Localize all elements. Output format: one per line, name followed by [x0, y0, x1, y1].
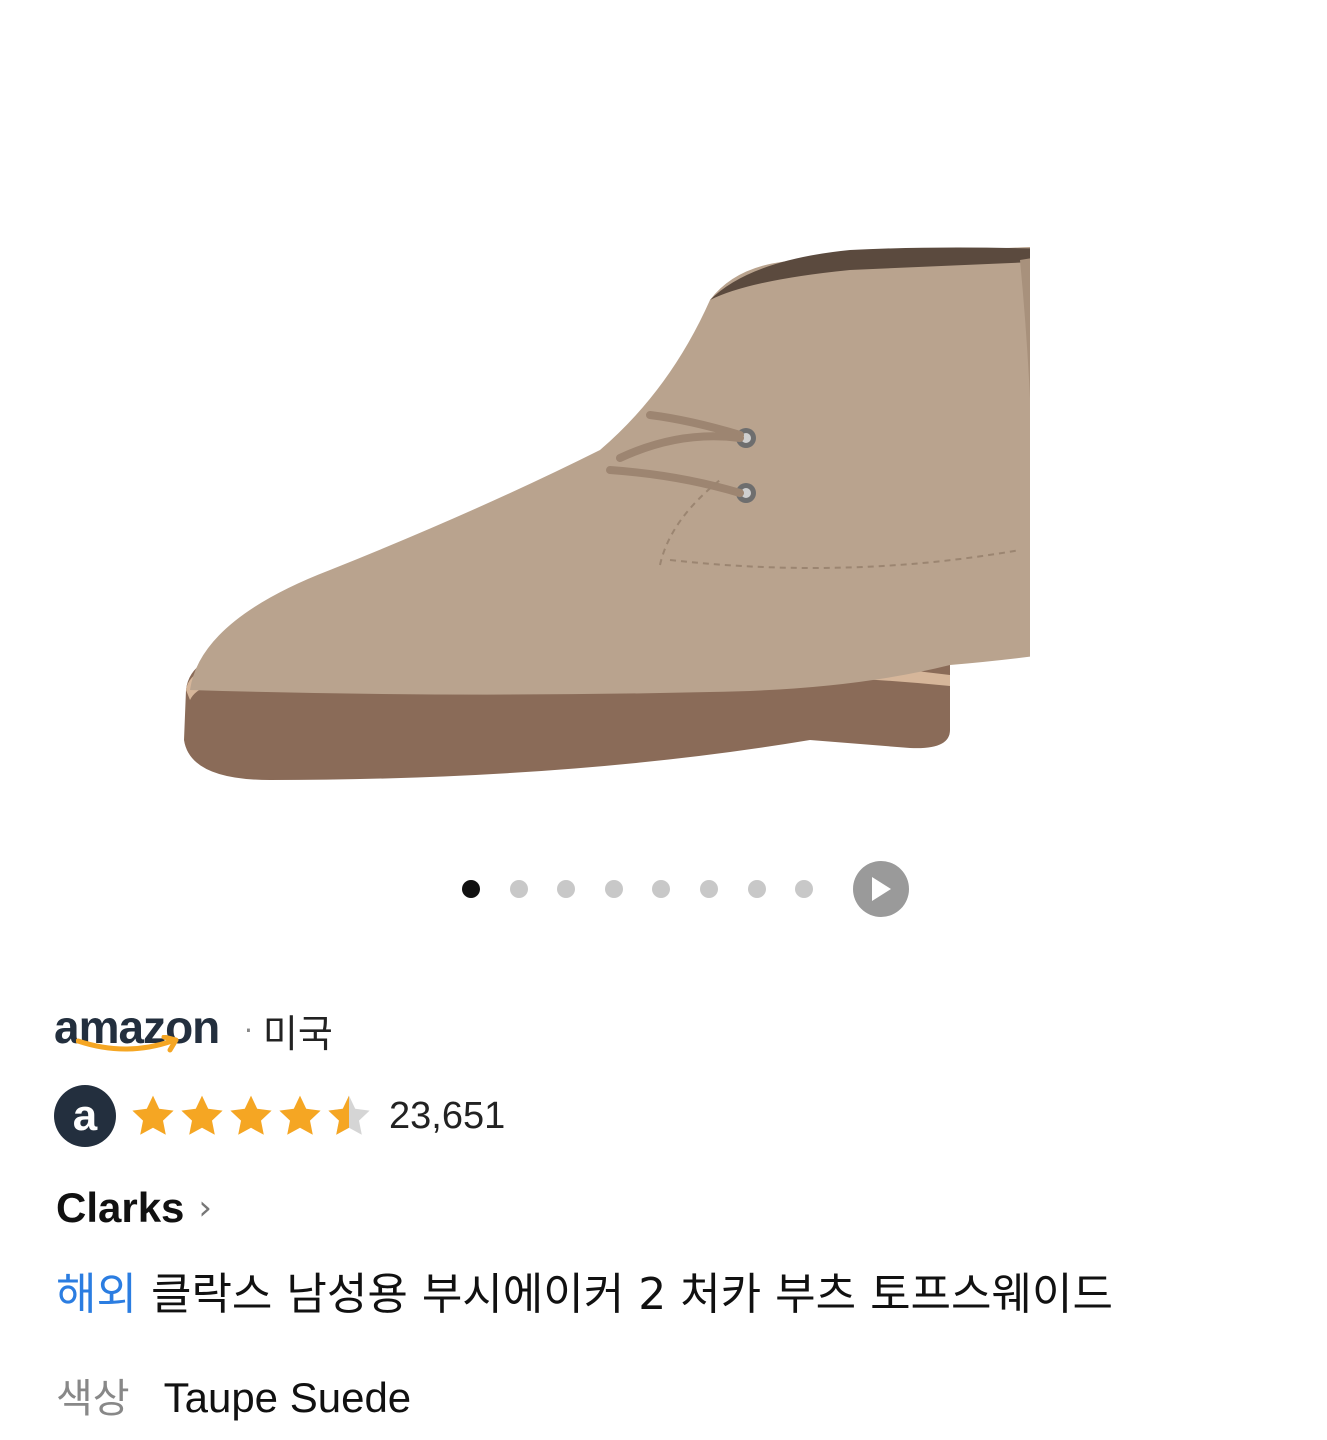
pager-dot-2[interactable] — [509, 880, 528, 898]
pager-dot-3[interactable] — [557, 880, 576, 898]
product-image[interactable] — [150, 220, 1030, 840]
amazon-a-badge: a — [54, 1085, 116, 1147]
amazon-logo: amazon — [54, 1001, 226, 1059]
separator-dot: · — [244, 1013, 253, 1047]
pager-dot-6[interactable] — [699, 880, 718, 898]
image-pager[interactable] — [462, 860, 909, 918]
color-option-row: 색상 Taupe Suede — [56, 1366, 411, 1424]
rating-row[interactable]: a 23,651 — [54, 1085, 505, 1147]
half-star-icon — [328, 1095, 370, 1135]
brand-link[interactable]: Clarks › — [56, 1184, 212, 1232]
product-image-gallery[interactable] — [0, 0, 1327, 940]
overseas-tag: 해외 — [56, 1269, 137, 1320]
seller-country: 미국 — [262, 1011, 333, 1056]
play-slideshow-button[interactable] — [852, 861, 909, 917]
color-label: 색상 — [56, 1376, 130, 1422]
seller-row: amazon · 미국 — [54, 1000, 333, 1060]
product-title-row: 해외 클락스 남성용 부시에이커 2 처카 부츠 토프스웨이드 — [56, 1258, 1113, 1322]
review-count[interactable]: 23,651 — [389, 1095, 505, 1138]
chevron-right-icon: › — [198, 1188, 213, 1228]
brand-name[interactable]: Clarks — [56, 1184, 184, 1232]
pager-dot-4[interactable] — [604, 880, 623, 898]
product-title: 클락스 남성용 부시에이커 2 처카 부츠 토프스웨이드 — [150, 1269, 1113, 1320]
star-rating — [128, 1092, 373, 1140]
star-icon — [181, 1095, 223, 1135]
play-icon — [871, 877, 891, 901]
star-icon — [230, 1095, 272, 1135]
pager-dot-8[interactable] — [795, 880, 814, 898]
color-value: Taupe Suede — [163, 1374, 412, 1421]
pager-dot-7[interactable] — [747, 880, 766, 898]
pager-dot-1[interactable] — [462, 880, 480, 898]
star-icon — [132, 1095, 174, 1135]
star-icon — [279, 1095, 321, 1135]
pager-dot-5[interactable] — [652, 880, 671, 898]
amazon-smile-icon — [76, 1035, 179, 1053]
